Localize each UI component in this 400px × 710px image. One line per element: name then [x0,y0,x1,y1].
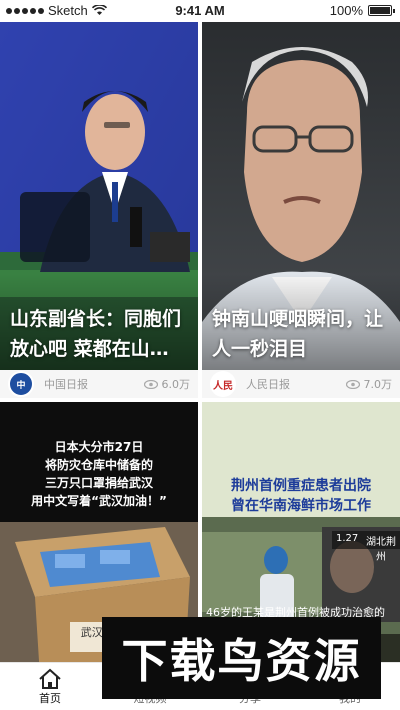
overlay-text: 日本大分市27日 将防灾仓库中储备的 三万只口罩捐给武汉 用中文写着“武汉加油！… [31,440,167,508]
date-tag: 1.27 [336,533,359,544]
view-count-value: 6.0万 [161,378,191,391]
location-tag: 湖北荆州 [366,537,396,563]
battery-icon [368,5,395,16]
view-count: 7.0万 [345,376,393,392]
source-logo: 人民 [210,371,236,397]
source-name: 中国日报 [44,378,88,391]
home-icon [39,668,61,689]
status-right: 100% [329,3,395,18]
eye-icon [345,379,360,389]
tab-home[interactable]: 首页 [0,663,100,710]
eye-icon [143,379,158,389]
view-count-value: 7.0万 [363,378,393,391]
video-caption: 钟南山哽咽瞬间，让人一秒泪目 [202,274,400,370]
status-bar: Sketch 9:41 AM 100% [0,0,400,22]
tab-label: 首页 [39,691,61,705]
card-meta: 人民 人民日报 7.0万 [202,370,400,398]
feed-card[interactable]: 山东副省长：同胞们放心吧 菜都在山… 中 中国日报 6.0万 [0,22,198,398]
card-meta: 中 中国日报 6.0万 [0,370,198,398]
video-caption: 山东副省长：同胞们放心吧 菜都在山… [0,274,198,370]
battery-percent: 100% [329,3,363,18]
headline-overlay: 荆州首例重症患者出院 曾在华南海鲜市场工作 [231,478,371,514]
watermark-banner: 下载鸟资源 [102,617,381,699]
feed-card[interactable]: 钟南山哽咽瞬间，让人一秒泪目 人民 人民日报 7.0万 [202,22,400,398]
source-name: 人民日报 [246,378,290,391]
source-logo: 中 [8,371,34,397]
view-count: 6.0万 [143,376,191,392]
